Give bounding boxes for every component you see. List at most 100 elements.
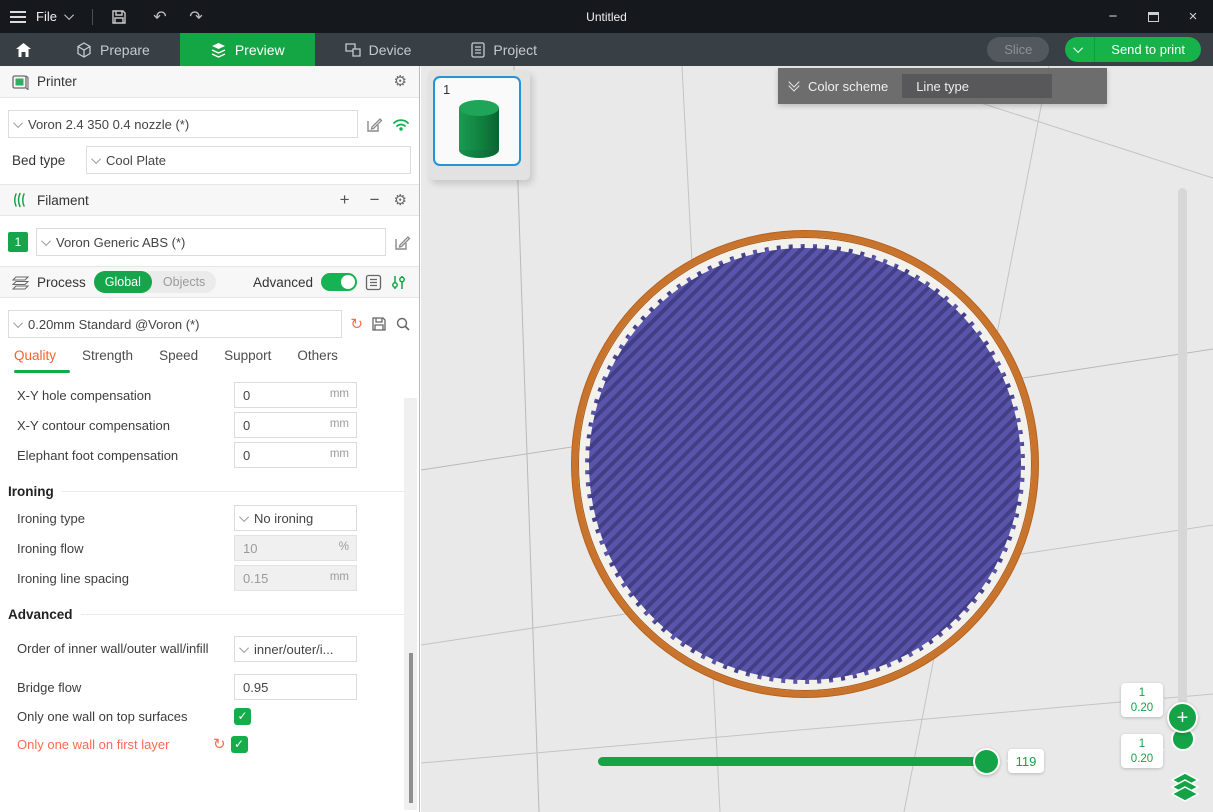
tab-quality[interactable]: Quality	[14, 344, 56, 363]
reset-setting-icon[interactable]: ↻	[213, 737, 226, 752]
file-menu-chevron-icon[interactable]	[64, 10, 74, 20]
one-wall-first-layer-checkbox[interactable]: ✓	[231, 736, 248, 753]
setting-row: Ironing flow %	[0, 533, 419, 563]
save-preset-icon[interactable]	[371, 316, 387, 332]
add-filament-button[interactable]: +	[334, 190, 356, 210]
filament-section-header: Filament + − ⚙	[0, 184, 419, 216]
plate-thumbnail-card[interactable]: 1	[433, 76, 521, 166]
ironing-type-select[interactable]: No ironing	[234, 505, 357, 531]
filament-preset-select[interactable]: Voron Generic ABS (*)	[36, 228, 386, 256]
printer-settings-gear-icon[interactable]: ⚙	[394, 74, 407, 89]
infill-pattern	[585, 244, 1025, 684]
setting-row: Only one wall on top surfaces ✓	[0, 702, 419, 730]
tab-others[interactable]: Others	[297, 344, 338, 363]
layer-slider-upper-handle[interactable]: +	[1167, 702, 1198, 733]
bridge-flow-input[interactable]	[234, 674, 357, 700]
title-bar: File ↶ ↷ Untitled − ×	[0, 0, 1213, 33]
elephant-foot-compensation-input[interactable]	[234, 442, 357, 468]
move-slider-value-badge: 119	[1008, 749, 1044, 773]
chevron-down-icon	[13, 318, 23, 328]
tune-parameters-icon[interactable]	[390, 274, 407, 291]
project-icon	[471, 42, 485, 58]
chevron-down-icon	[239, 512, 249, 522]
close-button[interactable]: ×	[1173, 0, 1213, 33]
filament-title: Filament	[37, 193, 89, 208]
process-scope-toggle: Global Objects	[94, 271, 217, 293]
xy-hole-compensation-input[interactable]	[234, 382, 357, 408]
advanced-toggle[interactable]	[321, 273, 357, 291]
setting-row: Only one wall on first layer ↻ ✓	[0, 730, 419, 758]
remove-filament-button[interactable]: −	[364, 190, 386, 210]
collapse-panel-icon[interactable]	[790, 82, 798, 90]
sidebar-scrollbar[interactable]	[404, 398, 417, 810]
bed-type-label: Bed type	[8, 153, 86, 168]
maximize-button[interactable]	[1133, 0, 1173, 33]
setting-row: Ironing line spacing mm	[0, 563, 419, 593]
undo-icon[interactable]: ↶	[147, 7, 173, 27]
edit-printer-icon[interactable]	[366, 116, 383, 133]
printer-icon	[12, 74, 29, 90]
file-menu[interactable]: File	[36, 9, 57, 24]
printer-preset-select[interactable]: Voron 2.4 350 0.4 nozzle (*)	[8, 110, 358, 138]
home-button[interactable]	[0, 42, 46, 58]
filament-settings-gear-icon[interactable]: ⚙	[394, 193, 407, 208]
plate-thumbnail[interactable]: 1	[428, 70, 530, 180]
preview-3d-viewport[interactable]: 1 Color scheme Line type 119 1 0.20 1 0.…	[421, 66, 1213, 812]
cylinder-model-preview	[459, 100, 499, 158]
advanced-group-header: Advanced	[0, 602, 419, 626]
tab-preview[interactable]: Preview	[180, 33, 315, 66]
send-options-chevron-icon[interactable]	[1065, 37, 1095, 62]
printer-section-header: Printer ⚙	[0, 66, 419, 98]
tab-device[interactable]: Device	[315, 33, 442, 66]
color-scheme-label: Color scheme	[808, 79, 888, 94]
send-to-print-button[interactable]: Send to print	[1065, 37, 1201, 62]
printer-title: Printer	[37, 74, 77, 89]
setting-row: X-Y hole compensation mm	[0, 380, 419, 410]
search-icon[interactable]	[395, 316, 411, 332]
line-type-select[interactable]: Line type	[902, 74, 1052, 98]
chevron-down-icon	[91, 154, 101, 164]
ironing-line-spacing-input	[234, 565, 357, 591]
wall-order-select[interactable]: inner/outer/i...	[234, 636, 357, 662]
menu-icon[interactable]	[10, 11, 26, 23]
sliced-object[interactable]	[572, 231, 1038, 697]
redo-icon[interactable]: ↷	[183, 7, 209, 27]
tab-speed[interactable]: Speed	[159, 344, 198, 363]
process-preset-select[interactable]: 0.20mm Standard @Voron (*)	[8, 310, 342, 338]
setting-row: Elephant foot compensation mm	[0, 440, 419, 470]
edit-filament-icon[interactable]	[394, 234, 411, 251]
tab-support[interactable]: Support	[224, 344, 271, 363]
ironing-flow-input	[234, 535, 357, 561]
parameter-list-icon[interactable]	[365, 274, 382, 291]
chevron-down-icon	[239, 643, 249, 653]
one-wall-top-checkbox[interactable]: ✓	[234, 708, 251, 725]
scope-global-button[interactable]: Global	[94, 271, 152, 293]
wifi-connection-icon[interactable]	[391, 116, 411, 132]
layer-slider-track[interactable]	[1178, 188, 1187, 741]
save-icon[interactable]	[111, 9, 137, 25]
minimize-button[interactable]: −	[1093, 0, 1133, 33]
setting-row: Order of inner wall/outer wall/infill in…	[0, 626, 419, 672]
layers-icon	[210, 42, 227, 58]
bed-type-select[interactable]: Cool Plate	[86, 146, 411, 174]
setting-row: Bridge flow	[0, 672, 419, 702]
xy-contour-compensation-input[interactable]	[234, 412, 357, 438]
cube-icon	[76, 42, 92, 58]
scrollbar-thumb[interactable]	[409, 653, 413, 803]
tab-strength[interactable]: Strength	[82, 344, 133, 363]
layer-bottom-tooltip: 1 0.20	[1121, 734, 1163, 768]
reset-preset-icon[interactable]: ↻	[350, 317, 363, 332]
process-layers-icon	[12, 275, 29, 290]
tab-prepare[interactable]: Prepare	[46, 33, 180, 66]
move-slider-track[interactable]	[598, 757, 1000, 766]
process-section-header: Process Global Objects Advanced	[0, 266, 419, 298]
active-tab-underline	[14, 370, 70, 373]
settings-sidebar: Printer ⚙ Voron 2.4 350 0.4 nozzle (*) B…	[0, 66, 420, 812]
scope-objects-button[interactable]: Objects	[152, 275, 216, 289]
layers-view-icon[interactable]	[1168, 769, 1202, 803]
setting-row: X-Y contour compensation mm	[0, 410, 419, 440]
slice-button[interactable]: Slice	[987, 37, 1049, 62]
move-slider-handle[interactable]	[973, 748, 1000, 775]
chevron-down-icon	[41, 236, 51, 246]
tab-project[interactable]: Project	[441, 33, 567, 66]
